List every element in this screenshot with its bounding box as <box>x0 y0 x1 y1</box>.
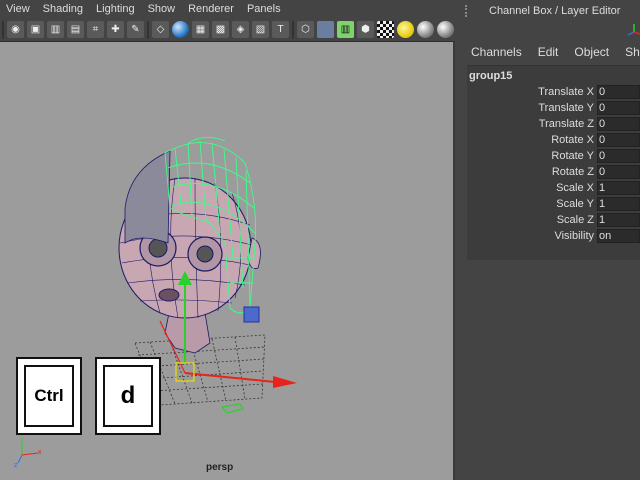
attr-value-field[interactable]: 0 <box>597 165 640 179</box>
motion-blur-icon[interactable] <box>437 21 454 38</box>
attr-value-field[interactable]: 0 <box>597 149 640 163</box>
default-light-icon[interactable] <box>397 21 414 38</box>
wireframe-on-shaded-icon[interactable]: ▦ <box>192 21 209 38</box>
backface-culling-icon[interactable]: ⬢ <box>357 21 374 38</box>
toolbar-separator <box>292 20 294 39</box>
film-gate-icon[interactable]: ▤ <box>67 21 84 38</box>
attr-value-field[interactable]: on <box>597 229 640 243</box>
attr-value-field[interactable]: 0 <box>597 101 640 115</box>
attr-label[interactable]: Scale Z <box>557 214 594 226</box>
camera-bookmark-icon[interactable]: ▣ <box>27 21 44 38</box>
attr-label[interactable]: Rotate Y <box>551 150 594 162</box>
menu-panels[interactable]: Panels <box>247 3 281 15</box>
menu-shading[interactable]: Shading <box>43 3 83 15</box>
menu-lighting[interactable]: Lighting <box>96 3 135 15</box>
attr-label[interactable]: Scale Y <box>556 198 594 210</box>
channel-list: group15 Translate X 0 Translate Y 0 Tran… <box>467 65 640 260</box>
d-key-label: d <box>120 382 136 409</box>
attr-label[interactable]: Scale X <box>556 182 594 194</box>
channel-box-title: Channel Box / Layer Editor <box>489 5 621 17</box>
attr-value-field[interactable]: 1 <box>597 181 640 195</box>
ctrl-key-face: Ctrl <box>24 365 74 427</box>
camera-attributes-icon[interactable]: ◉ <box>7 21 24 38</box>
attr-label[interactable]: Translate Y <box>538 102 594 114</box>
safe-action-icon[interactable]: ✚ <box>107 21 124 38</box>
attr-row-translate-z[interactable]: Translate Z 0 <box>467 116 640 132</box>
menu-channels[interactable]: Channels <box>471 45 522 59</box>
camera-pan-zoom-icon[interactable]: ✎ <box>127 21 144 38</box>
axis-gizmo-icon <box>627 24 640 36</box>
world-axis-indicator: x z <box>14 438 42 469</box>
attr-value-field[interactable]: 0 <box>597 85 640 99</box>
ambient-occlusion-icon[interactable] <box>417 21 434 38</box>
channel-box-menubar: Channels Edit Object Show <box>457 42 640 62</box>
attr-value-field[interactable]: 0 <box>597 117 640 131</box>
viewport-menubar: View Shading Lighting Show Renderer Pane… <box>0 0 455 18</box>
d-key-face: d <box>103 365 153 427</box>
attr-label[interactable]: Rotate X <box>551 134 594 146</box>
shadows-icon[interactable]: ▧ <box>252 21 269 38</box>
ctrl-key-overlay: Ctrl <box>16 357 82 435</box>
xray-icon[interactable] <box>317 21 334 38</box>
attr-label[interactable]: Translate X <box>538 86 594 98</box>
smooth-shade-icon[interactable] <box>172 21 189 38</box>
xray-joints-icon[interactable]: ▥ <box>337 21 354 38</box>
resolution-gate-icon[interactable]: ⌗ <box>87 21 104 38</box>
wireframe-icon[interactable]: ◇ <box>152 21 169 38</box>
attr-value-field[interactable]: 0 <box>597 133 640 147</box>
use-lights-icon[interactable]: ◈ <box>232 21 249 38</box>
textured-icon[interactable]: ▩ <box>212 21 229 38</box>
attr-row-translate-y[interactable]: Translate Y 0 <box>467 100 640 116</box>
maya-window: View Shading Lighting Show Renderer Pane… <box>0 0 640 480</box>
text-label-icon[interactable]: T <box>272 21 289 38</box>
menu-object[interactable]: Object <box>574 45 609 59</box>
attr-row-rotate-x[interactable]: Rotate X 0 <box>467 132 640 148</box>
svg-text:x: x <box>38 449 42 456</box>
menu-view[interactable]: View <box>6 3 30 15</box>
attr-row-translate-x[interactable]: Translate X 0 <box>467 84 640 100</box>
ctrl-key-label: Ctrl <box>34 386 64 405</box>
toolbar-separator <box>147 20 149 39</box>
attr-value-field[interactable]: 1 <box>597 213 640 227</box>
attr-row-scale-z[interactable]: Scale Z 1 <box>467 212 640 228</box>
attr-value-field[interactable]: 1 <box>597 197 640 211</box>
image-plane-icon[interactable]: ▥ <box>47 21 64 38</box>
channel-box-panel: Channel Box / Layer Editor Channels Edit… <box>457 0 640 480</box>
attr-label[interactable]: Rotate Z <box>552 166 594 178</box>
menu-edit[interactable]: Edit <box>538 45 559 59</box>
checker-icon[interactable] <box>377 21 394 38</box>
attr-label[interactable]: Visibility <box>554 230 594 242</box>
menu-show-channels[interactable]: Show <box>625 45 640 59</box>
attr-row-visibility[interactable]: Visibility on <box>467 228 640 244</box>
menu-show[interactable]: Show <box>148 3 176 15</box>
attr-row-rotate-y[interactable]: Rotate Y 0 <box>467 148 640 164</box>
attr-row-scale-x[interactable]: Scale X 1 <box>467 180 640 196</box>
camera-label: persp <box>206 462 234 473</box>
perspective-viewport[interactable]: View Shading Lighting Show Renderer Pane… <box>0 0 455 480</box>
attr-row-scale-y[interactable]: Scale Y 1 <box>467 196 640 212</box>
d-key-overlay: d <box>95 357 161 435</box>
viewport-toolbar: ◉ ▣ ▥ ▤ ⌗ ✚ ✎ ◇ ▦ ▩ ◈ ▧ T ⬡ ▥ ⬢ <box>0 18 455 42</box>
isolate-select-icon[interactable]: ⬡ <box>297 21 314 38</box>
menu-renderer[interactable]: Renderer <box>188 3 234 15</box>
svg-text:z: z <box>14 462 18 469</box>
attr-row-rotate-z[interactable]: Rotate Z 0 <box>467 164 640 180</box>
toolbar-separator <box>2 20 4 39</box>
manipulator-handle[interactable] <box>243 306 260 323</box>
attr-label[interactable]: Translate Z <box>539 118 594 130</box>
selected-object-name[interactable]: group15 <box>469 70 512 82</box>
